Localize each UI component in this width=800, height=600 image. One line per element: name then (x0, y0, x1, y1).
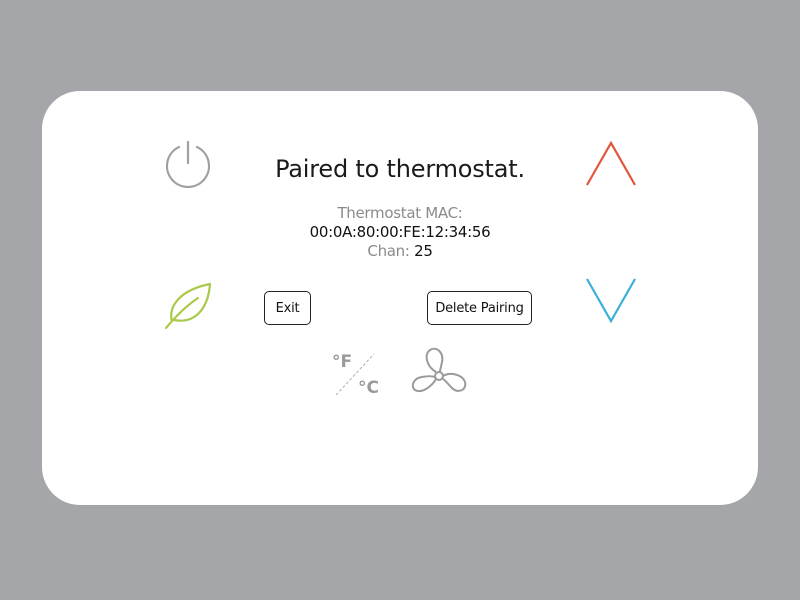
leaf-icon[interactable] (162, 280, 214, 332)
mac-label: Thermostat MAC: (337, 204, 463, 222)
thermostat-panel (42, 91, 758, 505)
channel-value: 25 (414, 242, 433, 260)
celsius-label: °C (358, 378, 379, 398)
temperature-unit-icon[interactable]: °F °C (330, 350, 384, 398)
mac-value: 00:0A:80:00:FE:12:34:56 (309, 223, 491, 241)
channel-line: Chan: 25 (0, 242, 800, 261)
exit-button[interactable]: Exit (264, 291, 311, 325)
page-title: Paired to thermostat. (275, 155, 525, 183)
chevron-down-icon[interactable] (584, 276, 638, 324)
channel-label: Chan: (367, 242, 410, 260)
fan-icon[interactable] (410, 346, 468, 400)
delete-pairing-button[interactable]: Delete Pairing (427, 291, 532, 325)
